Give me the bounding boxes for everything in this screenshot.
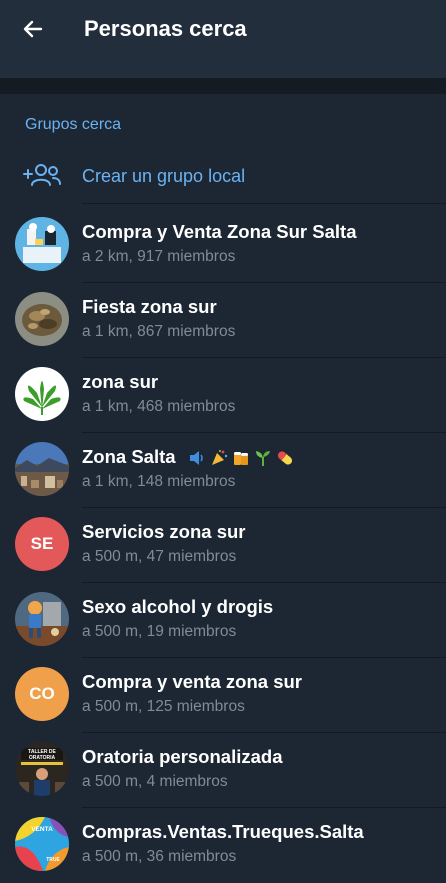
svg-text:TRUE: TRUE bbox=[46, 857, 60, 863]
party-emoji-icon bbox=[211, 450, 227, 466]
app-header: Personas cerca bbox=[0, 0, 446, 78]
group-row[interactable]: Fiesta zona sur a 1 km, 867 miembros bbox=[0, 283, 446, 358]
group-row[interactable]: CO Compra y venta zona sur a 500 m, 125 … bbox=[0, 658, 446, 733]
group-row[interactable]: VENTA TRUE Compras.Ventas.Trueques.Salta… bbox=[0, 808, 446, 883]
group-name: Compra y venta zona sur bbox=[82, 671, 303, 692]
group-row[interactable]: SE Servicios zona sur a 500 m, 47 miembr… bbox=[0, 508, 446, 583]
beer-emoji-icon bbox=[233, 452, 248, 466]
group-avatar bbox=[15, 217, 69, 271]
group-name: Zona Salta bbox=[82, 446, 295, 468]
create-local-group-label: Crear un grupo local bbox=[82, 166, 246, 186]
group-meta: a 500 m, 19 miembros bbox=[82, 623, 237, 640]
emoji-list bbox=[187, 448, 295, 468]
group-name: Compra y Venta Zona Sur Salta bbox=[82, 221, 357, 242]
market-photo-icon bbox=[15, 217, 69, 271]
group-avatar bbox=[15, 592, 69, 646]
group-avatar: TALLER DE ORATORIA bbox=[15, 742, 69, 796]
arrow-left-icon bbox=[23, 20, 43, 38]
page-title: Personas cerca bbox=[84, 16, 247, 41]
group-meta: a 2 km, 917 miembros bbox=[82, 248, 236, 265]
group-meta: a 500 m, 47 miembros bbox=[82, 548, 237, 565]
groups-list: Compra y Venta Zona Sur Salta a 2 km, 91… bbox=[0, 208, 446, 883]
group-row[interactable]: Compra y Venta Zona Sur Salta a 2 km, 91… bbox=[0, 208, 446, 283]
group-meta: a 500 m, 125 miembros bbox=[82, 698, 245, 715]
group-name-text: Zona Salta bbox=[82, 446, 176, 467]
svg-text:VENTA: VENTA bbox=[31, 826, 53, 833]
group-avatar-initials: CO bbox=[15, 667, 69, 721]
create-local-group-button[interactable]: Crear un grupo local bbox=[0, 154, 446, 204]
group-name: Sexo alcohol y drogis bbox=[82, 596, 274, 617]
header-separator bbox=[0, 78, 446, 94]
group-meta: a 500 m, 36 miembros bbox=[82, 848, 237, 865]
group-avatar-initials: SE bbox=[15, 517, 69, 571]
main-content: Grupos cerca Crear un grupo local Compra… bbox=[0, 94, 446, 877]
sprout-emoji-icon bbox=[255, 451, 270, 467]
group-avatar: VENTA TRUE bbox=[15, 817, 69, 871]
cartoon-photo-icon bbox=[15, 592, 69, 646]
colorful-photo-icon: VENTA TRUE bbox=[15, 817, 69, 871]
group-row[interactable]: TALLER DE ORATORIA Oratoria personalizad… bbox=[0, 733, 446, 808]
food-photo-icon bbox=[15, 292, 69, 346]
group-name: Servicios zona sur bbox=[82, 521, 246, 542]
pill-emoji-icon bbox=[277, 451, 292, 465]
add-group-icon bbox=[23, 164, 61, 186]
group-name: Oratoria personalizada bbox=[82, 746, 283, 767]
group-row[interactable]: Sexo alcohol y drogis a 500 m, 19 miembr… bbox=[0, 583, 446, 658]
cannabis-leaf-icon bbox=[15, 367, 69, 421]
group-name: Fiesta zona sur bbox=[82, 296, 217, 317]
group-row[interactable]: zona sur a 1 km, 468 miembros bbox=[0, 358, 446, 433]
divider bbox=[82, 203, 446, 204]
group-avatar bbox=[15, 292, 69, 346]
back-button[interactable] bbox=[18, 14, 48, 44]
group-meta: a 1 km, 148 miembros bbox=[82, 473, 236, 490]
svg-text:ORATORIA: ORATORIA bbox=[29, 755, 56, 761]
group-meta: a 500 m, 4 miembros bbox=[82, 773, 228, 790]
group-row[interactable]: Zona Salta a 1 km, 148 miembros bbox=[0, 433, 446, 508]
group-name: zona sur bbox=[82, 371, 159, 392]
poster-photo-icon: TALLER DE ORATORIA bbox=[15, 742, 69, 796]
section-title: Grupos cerca bbox=[25, 116, 122, 133]
speaker-emoji-icon bbox=[189, 451, 203, 466]
city-photo-icon bbox=[15, 442, 69, 496]
group-name: Compras.Ventas.Trueques.Salta bbox=[82, 821, 364, 842]
group-avatar bbox=[15, 442, 69, 496]
group-meta: a 1 km, 867 miembros bbox=[82, 323, 236, 340]
group-avatar bbox=[15, 367, 69, 421]
group-meta: a 1 km, 468 miembros bbox=[82, 398, 236, 415]
